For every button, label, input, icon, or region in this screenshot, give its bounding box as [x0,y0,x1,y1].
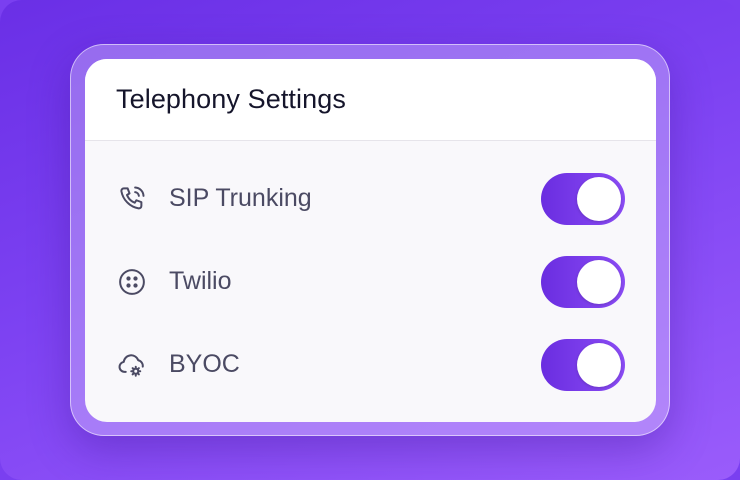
twilio-logo-icon [115,265,149,299]
telephony-settings-card: Telephony Settings SIP Trunking Twilio B… [85,59,656,422]
toggle-knob [577,259,621,304]
twilio-toggle[interactable] [541,255,625,308]
setting-label: BYOC [169,350,240,378]
setting-row-byoc: BYOC [85,323,656,406]
setting-label: Twilio [169,267,232,295]
toggle-knob [577,342,621,387]
sip-trunking-toggle[interactable] [541,172,625,225]
glass-frame: Telephony Settings SIP Trunking Twilio B… [70,44,670,436]
cloud-gear-icon [115,348,149,382]
settings-list: SIP Trunking Twilio BYOC [85,141,656,406]
setting-row-sip-trunking: SIP Trunking [85,157,656,240]
background: Telephony Settings SIP Trunking Twilio B… [0,0,740,480]
setting-row-twilio: Twilio [85,240,656,323]
card-title: Telephony Settings [116,84,346,114]
card-header: Telephony Settings [85,59,656,141]
phone-call-icon [115,182,149,216]
setting-label: SIP Trunking [169,184,312,212]
byoc-toggle[interactable] [541,338,625,391]
toggle-knob [577,176,621,221]
